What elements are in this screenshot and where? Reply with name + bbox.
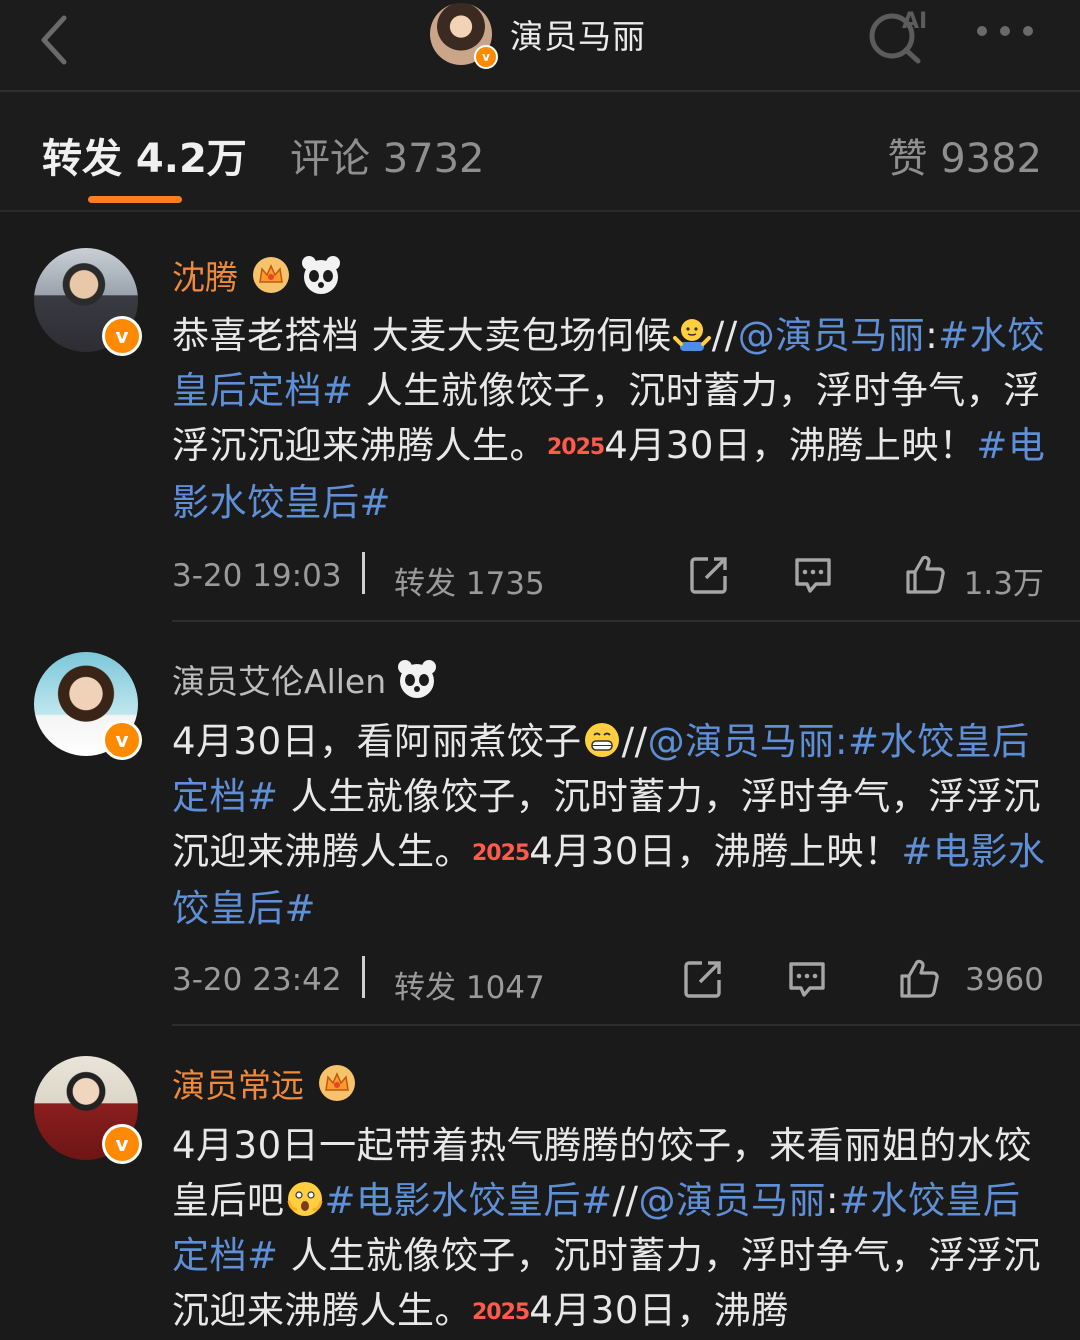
timestamp: 3-20 23:42 xyxy=(172,962,342,998)
post-content: 4月30日一起带着热气腾腾的饺子，来看丽姐的水饺皇后吧 #电影水饺皇后#//@演员… xyxy=(172,1118,1052,1340)
verified-badge-icon: v xyxy=(102,316,142,356)
panda-icon xyxy=(302,256,340,294)
mention-link[interactable]: @演员马丽 xyxy=(738,314,926,357)
repost-item: v 演员常远 4月30日一起带着热气腾腾的饺子，来看丽姐的水饺皇后吧 #电影水饺皇… xyxy=(0,1026,1080,1332)
tab-bar: 转发 4.2万 评论 3732 赞 9382 xyxy=(0,92,1080,212)
post-content: 4月30日，看阿丽煮饺子//@演员马丽:#水饺皇后定档# 人生就像饺子，沉时蓄力… xyxy=(172,714,1052,936)
text-segment: : xyxy=(925,314,939,357)
year-2025-emoji-icon: 2025 xyxy=(472,1300,530,1325)
post-content: 恭喜老搭档 大麦大卖包场伺候//@演员马丽:#水饺皇后定档# 人生就像饺子，沉时… xyxy=(172,308,1052,530)
text-segment: // xyxy=(612,1179,639,1222)
svg-text:AI: AI xyxy=(902,9,927,34)
repost-item: v 沈腾 恭喜老搭档 大麦大卖包场伺候//@演员马丽:#水饺皇后定档# 人生就像… xyxy=(0,210,1080,622)
meta-separator xyxy=(362,552,365,594)
more-options-icon[interactable] xyxy=(972,16,1038,46)
tab-comment[interactable]: 评论 3732 xyxy=(290,126,485,184)
avatar[interactable]: v xyxy=(34,1056,142,1164)
username[interactable]: 演员艾伦Allen xyxy=(172,655,386,703)
verified-badge-icon: v xyxy=(474,45,498,69)
like-icon[interactable] xyxy=(904,554,946,596)
text-segment: 4月30日，沸腾上映！ xyxy=(604,424,977,467)
verified-badge-icon: v xyxy=(102,1124,142,1164)
top-bar: v 演员马丽 AI xyxy=(0,0,1080,92)
shrug-emoji-icon xyxy=(672,319,711,351)
username[interactable]: 沈腾 xyxy=(172,251,238,299)
grin-emoji-icon xyxy=(584,723,619,757)
mention-link[interactable]: @演员马丽: xyxy=(648,720,848,763)
profile-avatar[interactable]: v xyxy=(430,3,498,69)
panda-icon xyxy=(398,660,437,698)
post-meta: 3-20 19:03 转发 1735 1.3万 xyxy=(172,550,1052,602)
crown-icon xyxy=(253,257,289,293)
repost-count: 转发 1047 xyxy=(394,970,545,1006)
text-segment: 4月30日，沸腾上映！ xyxy=(529,830,902,873)
avatar[interactable]: v xyxy=(34,248,142,356)
tab-repost[interactable]: 转发 4.2万 xyxy=(42,126,247,184)
hashtag-link[interactable]: #电影水饺皇后# xyxy=(325,1179,613,1222)
text-segment: // xyxy=(711,314,738,357)
crown-icon xyxy=(319,1065,355,1101)
avatar[interactable]: v xyxy=(34,652,142,760)
like-count: 3960 xyxy=(965,962,1044,998)
year-2025-emoji-icon: 2025 xyxy=(547,435,605,460)
post-meta: 3-20 23:42 转发 1047 3960 xyxy=(172,954,1052,1006)
share-icon[interactable] xyxy=(688,554,730,596)
text-segment: // xyxy=(621,720,648,763)
tab-like[interactable]: 赞 9382 xyxy=(887,126,1042,184)
timestamp: 3-20 19:03 xyxy=(172,558,342,594)
like-icon[interactable] xyxy=(898,958,940,1000)
text-segment: 4月30日，沸腾 xyxy=(529,1289,789,1332)
back-arrow-icon[interactable] xyxy=(34,10,78,70)
ai-search-icon[interactable]: AI xyxy=(864,4,934,64)
profile-header[interactable]: v 演员马丽 xyxy=(430,2,646,69)
meta-separator xyxy=(362,956,365,998)
repost-item: v 演员艾伦Allen 4月30日，看阿丽煮饺子//@演员马丽:#水饺皇后定档#… xyxy=(0,622,1080,1026)
username[interactable]: 演员常远 xyxy=(172,1059,304,1107)
text-segment: 恭喜老搭档 大麦大卖包场伺候 xyxy=(172,314,672,357)
comment-icon[interactable] xyxy=(792,554,834,596)
shocked-emoji-icon xyxy=(287,1182,322,1216)
page-title: 演员马丽 xyxy=(510,17,646,56)
comment-icon[interactable] xyxy=(786,958,828,1000)
verified-badge-icon: v xyxy=(102,720,142,760)
active-tab-indicator xyxy=(88,196,182,203)
like-count: 1.3万 xyxy=(963,566,1044,602)
share-icon[interactable] xyxy=(682,958,724,1000)
repost-count: 转发 1735 xyxy=(394,566,545,602)
text-segment: : xyxy=(825,1179,839,1222)
text-segment: 4月30日，看阿丽煮饺子 xyxy=(172,720,582,763)
year-2025-emoji-icon: 2025 xyxy=(472,841,530,866)
mention-link[interactable]: @演员马丽 xyxy=(638,1179,826,1222)
